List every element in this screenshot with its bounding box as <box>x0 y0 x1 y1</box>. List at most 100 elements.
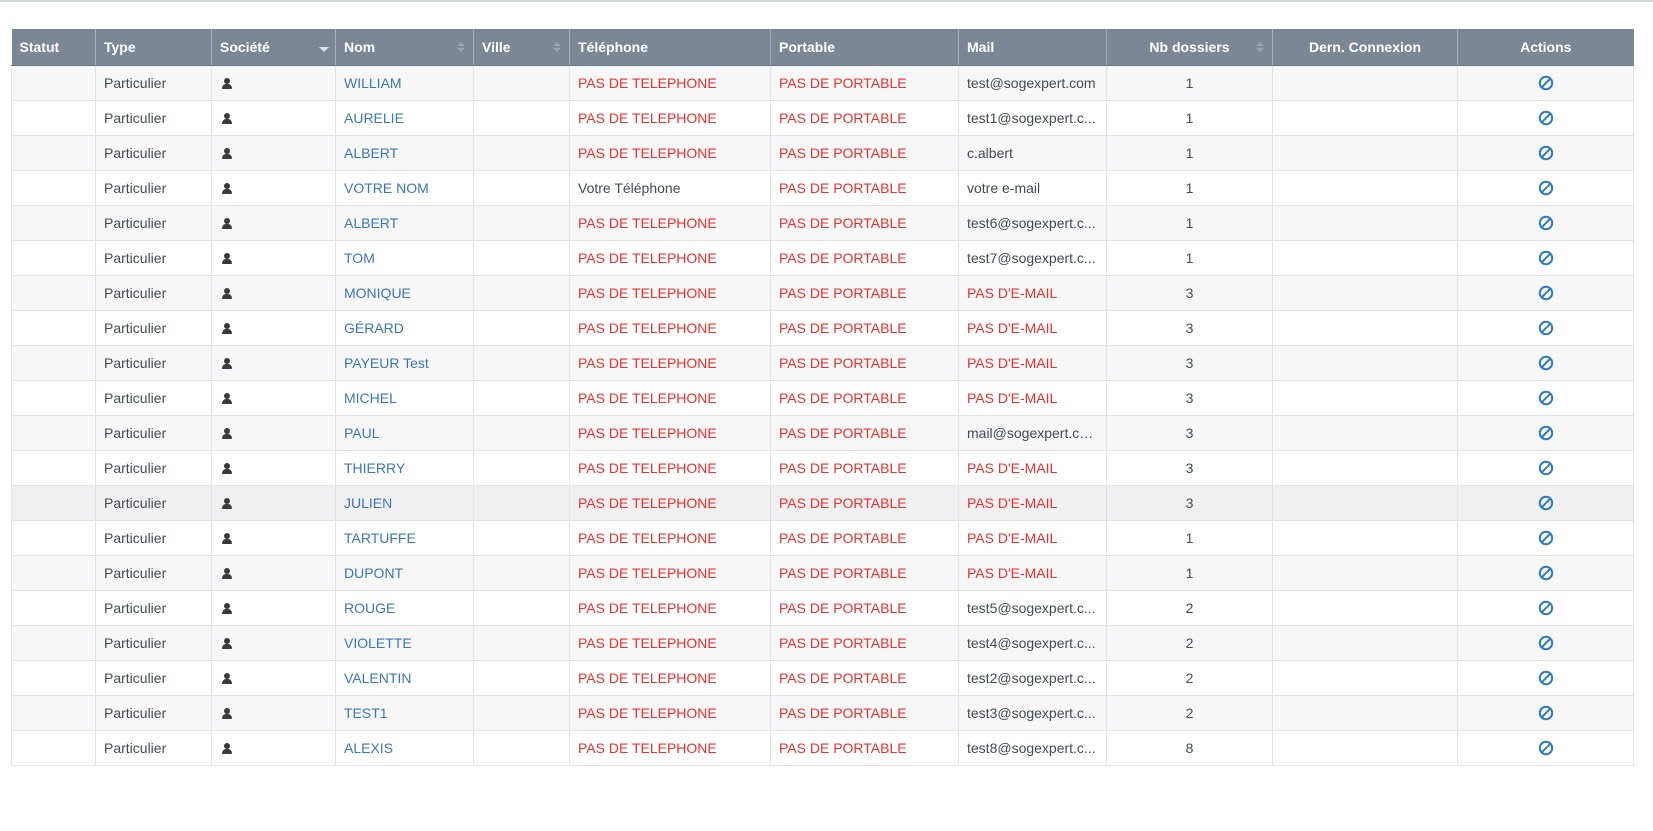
sort-icon[interactable] <box>553 41 561 55</box>
cell-telephone: Votre Téléphone <box>569 170 771 206</box>
cell-societe <box>211 730 336 766</box>
cell-nb-dossiers: 8 <box>1106 730 1273 766</box>
disable-user-ban-icon[interactable] <box>1538 180 1554 196</box>
cell-nom-link[interactable]: ROUGE <box>335 590 474 626</box>
cell-type: Particulier <box>95 65 212 101</box>
disable-user-ban-icon[interactable] <box>1538 740 1554 756</box>
table-row[interactable]: Particulier TOM PAS DE TELEPHONE PAS DE POR… <box>11 240 1634 276</box>
disable-user-ban-icon[interactable] <box>1538 495 1554 511</box>
cell-nom-link[interactable]: TARTUFFE <box>335 520 474 556</box>
cell-nom-link[interactable]: ALEXIS <box>335 730 474 766</box>
cell-nom-link[interactable]: GÉRARD <box>335 310 474 346</box>
cell-statut <box>11 135 96 171</box>
column-header-societe[interactable]: Société <box>211 29 336 66</box>
table-row[interactable]: Particulier PAUL PAS DE TELEPHONE PAS DE PO… <box>11 415 1634 451</box>
cell-type: Particulier <box>95 380 212 416</box>
table-row[interactable]: Particulier TARTUFFE PAS DE TELEPHONE PAS D… <box>11 520 1634 556</box>
cell-nom-link[interactable]: ALBERT <box>335 205 474 241</box>
cell-statut <box>11 205 96 241</box>
disable-user-ban-icon[interactable] <box>1538 530 1554 546</box>
cell-societe <box>211 380 336 416</box>
table-row[interactable]: Particulier WILLIAM PAS DE TELEPHONE PAS DE… <box>11 65 1634 101</box>
disable-user-ban-icon[interactable] <box>1538 250 1554 266</box>
disable-user-ban-icon[interactable] <box>1538 635 1554 651</box>
table-row[interactable]: Particulier VIOLETTE PAS DE TELEPHONE PAS D… <box>11 625 1634 661</box>
column-header-nb-dossiers[interactable]: Nb dossiers <box>1106 29 1273 66</box>
cell-telephone: PAS DE TELEPHONE <box>569 345 771 381</box>
cell-nb-dossiers: 2 <box>1106 695 1273 731</box>
disable-user-ban-icon[interactable] <box>1538 460 1554 476</box>
column-header-label: Type <box>104 38 136 55</box>
sort-icon[interactable] <box>1256 41 1264 55</box>
cell-nom-link[interactable]: MICHEL <box>335 380 474 416</box>
disable-user-ban-icon[interactable] <box>1538 600 1554 616</box>
disable-user-ban-icon[interactable] <box>1538 145 1554 161</box>
cell-ville <box>473 520 570 556</box>
cell-nom-link[interactable]: PAYEUR Test <box>335 345 474 381</box>
table-row[interactable]: Particulier JULIEN PAS DE TELEPHONE PAS DE … <box>11 485 1634 521</box>
cell-nom-link[interactable]: ALBERT <box>335 135 474 171</box>
table-row[interactable]: Particulier MONIQUE PAS DE TELEPHONE PAS DE… <box>11 275 1634 311</box>
cell-ville <box>473 310 570 346</box>
cell-dern-connexion <box>1272 275 1458 311</box>
cell-ville <box>473 730 570 766</box>
cell-mail: PAS D'E-MAIL <box>958 380 1107 416</box>
table-row[interactable]: Particulier TEST1 PAS DE TELEPHONE PAS DE P… <box>11 695 1634 731</box>
cell-nb-dossiers: 3 <box>1106 415 1273 451</box>
cell-type: Particulier <box>95 695 212 731</box>
cell-nom-link[interactable]: WILLIAM <box>335 65 474 101</box>
table-row[interactable]: Particulier VALENTIN PAS DE TELEPHONE PAS D… <box>11 660 1634 696</box>
cell-nom-link[interactable]: MONIQUE <box>335 275 474 311</box>
cell-telephone: PAS DE TELEPHONE <box>569 380 771 416</box>
sort-desc-icon[interactable] <box>319 41 329 55</box>
user-icon <box>222 708 232 720</box>
table-row[interactable]: Particulier GÉRARD PAS DE TELEPHONE PAS DE … <box>11 310 1634 346</box>
disable-user-ban-icon[interactable] <box>1538 355 1554 371</box>
cell-telephone: PAS DE TELEPHONE <box>569 695 771 731</box>
cell-type: Particulier <box>95 555 212 591</box>
cell-nom-link[interactable]: PAUL <box>335 415 474 451</box>
cell-nom-link[interactable]: TOM <box>335 240 474 276</box>
cell-type: Particulier <box>95 100 212 136</box>
disable-user-ban-icon[interactable] <box>1538 285 1554 301</box>
cell-nom-link[interactable]: VALENTIN <box>335 660 474 696</box>
cell-mail: votre e-mail <box>958 170 1107 206</box>
disable-user-ban-icon[interactable] <box>1538 215 1554 231</box>
disable-user-ban-icon[interactable] <box>1538 320 1554 336</box>
cell-nom-link[interactable]: VIOLETTE <box>335 625 474 661</box>
table-body: Particulier WILLIAM PAS DE TELEPHONE PAS DE… <box>11 65 1634 766</box>
cell-nom-link[interactable]: AURELIE <box>335 100 474 136</box>
disable-user-ban-icon[interactable] <box>1538 705 1554 721</box>
cell-telephone: PAS DE TELEPHONE <box>569 205 771 241</box>
table-row[interactable]: Particulier MICHEL PAS DE TELEPHONE PAS DE … <box>11 380 1634 416</box>
cell-nom-link[interactable]: JULIEN <box>335 485 474 521</box>
disable-user-ban-icon[interactable] <box>1538 75 1554 91</box>
cell-statut <box>11 695 96 731</box>
disable-user-ban-icon[interactable] <box>1538 425 1554 441</box>
disable-user-ban-icon[interactable] <box>1538 390 1554 406</box>
cell-statut <box>11 275 96 311</box>
table-row[interactable]: Particulier DUPONT PAS DE TELEPHONE PAS DE … <box>11 555 1634 591</box>
cell-nom-link[interactable]: VOTRE NOM <box>335 170 474 206</box>
disable-user-ban-icon[interactable] <box>1538 110 1554 126</box>
cell-societe <box>211 625 336 661</box>
cell-nom-link[interactable]: DUPONT <box>335 555 474 591</box>
cell-nom-link[interactable]: TEST1 <box>335 695 474 731</box>
table-row[interactable]: Particulier AURELIE PAS DE TELEPHONE PAS DE… <box>11 100 1634 136</box>
user-icon <box>222 673 232 685</box>
table-row[interactable]: Particulier VOTRE NOM Votre Téléphone PAS D… <box>11 170 1634 206</box>
disable-user-ban-icon[interactable] <box>1538 565 1554 581</box>
table-row[interactable]: Particulier ALEXIS PAS DE TELEPHONE PAS DE … <box>11 730 1634 766</box>
column-header-nom[interactable]: Nom <box>335 29 474 66</box>
table-row[interactable]: Particulier ALBERT PAS DE TELEPHONE PAS DE … <box>11 135 1634 171</box>
sort-icon[interactable] <box>457 41 465 55</box>
cell-nom-link[interactable]: THIERRY <box>335 450 474 486</box>
disable-user-ban-icon[interactable] <box>1538 670 1554 686</box>
cell-dern-connexion <box>1272 170 1458 206</box>
cell-telephone: PAS DE TELEPHONE <box>569 555 771 591</box>
table-row[interactable]: Particulier ROUGE PAS DE TELEPHONE PAS DE P… <box>11 590 1634 626</box>
table-row[interactable]: Particulier PAYEUR Test PAS DE TELEPHONE PA… <box>11 345 1634 381</box>
column-header-ville[interactable]: Ville <box>473 29 570 66</box>
table-row[interactable]: Particulier THIERRY PAS DE TELEPHONE PAS DE… <box>11 450 1634 486</box>
table-row[interactable]: Particulier ALBERT PAS DE TELEPHONE PAS DE … <box>11 205 1634 241</box>
